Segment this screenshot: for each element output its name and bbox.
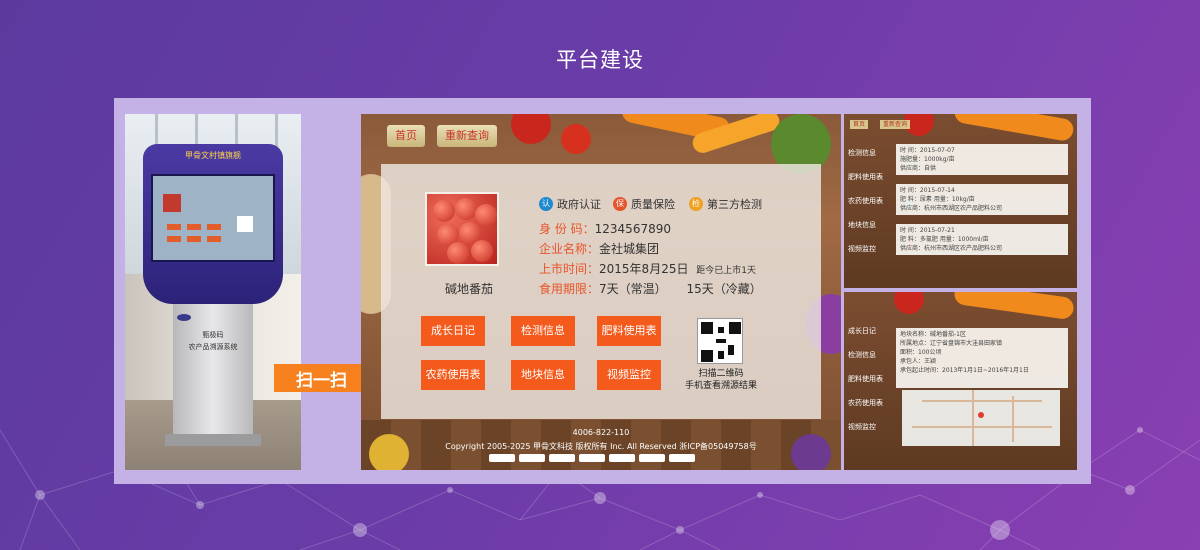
record-time: 时 间：2015-07-07 <box>900 147 955 154</box>
company-value: 金社城集团 <box>599 242 660 256</box>
plot-name: 地块名称：碱地番茄-1区 <box>900 331 966 338</box>
growth-diary-button[interactable]: 成长日记 <box>421 316 485 346</box>
product-name: 碱地番茄 <box>444 282 493 296</box>
kiosk-logo-icon <box>177 314 191 321</box>
footer-phone: 4006-822-110 <box>572 428 630 437</box>
kiosk-brand-top: 甲骨文村镇旗舰 <box>185 151 241 160</box>
side1-home-button[interactable]: 首页 <box>850 120 869 129</box>
footer-copyright: Copyright 2005-2025 甲骨文科技 版权所有 Inc. All … <box>445 442 757 451</box>
side1-requery-button[interactable]: 重新查询 <box>880 120 911 129</box>
side2-menu-item[interactable]: 成长日记 <box>844 326 886 338</box>
shelf-label: 食用期限： <box>539 282 600 296</box>
record-time: 时 间：2015-07-14 <box>900 187 955 194</box>
kiosk-base <box>165 434 261 446</box>
side1-menu-item[interactable]: 农药使用表 <box>844 196 886 208</box>
home-button[interactable]: 首页 <box>387 125 425 147</box>
kiosk-head: 甲骨文村镇旗舰 <box>143 144 283 304</box>
plot-info-screen: 成长日记 检测信息 肥料使用表 农药使用表 视频监控 地块名称：碱地番茄-1区 … <box>844 292 1077 470</box>
fertilizer-table-button[interactable]: 肥料使用表 <box>597 316 661 346</box>
plot-map[interactable] <box>902 390 1060 446</box>
date-value: 2015年8月25日 <box>599 262 689 276</box>
scan-label: 扫一扫 <box>296 371 347 391</box>
side2-menu-item[interactable]: 肥料使用表 <box>844 374 886 386</box>
id-label: 身 份 码： <box>539 222 595 236</box>
trace-app-screen: 首页 重新查询 碱地番茄 认 政府认证 保 质量保险 检 第三方检测 身 份 码… <box>361 114 841 470</box>
plot-area: 面积：100公顷 <box>900 349 942 356</box>
side2-menu-item[interactable]: 检测信息 <box>844 350 886 362</box>
side2-menu-item[interactable]: 视频监控 <box>844 422 886 434</box>
side1-menu-item[interactable]: 肥料使用表 <box>844 172 886 184</box>
qr-caption: 扫描二维码 手机查看溯源结果 <box>681 368 761 392</box>
page-title: 平台建设 <box>556 48 644 72</box>
company-label: 企业名称： <box>539 242 600 256</box>
record-detail: 肥 料：多氯肥 用量：1000ml/亩 <box>900 236 989 243</box>
fertilizer-record-card: 时 间：2015-07-21 肥 料：多氯肥 用量：1000ml/亩 供应商：杭… <box>896 224 1068 255</box>
qr-code-icon <box>697 318 743 364</box>
inspection-info-button[interactable]: 检测信息 <box>511 316 575 346</box>
kiosk-brand-name: 甄极码 <box>202 331 224 339</box>
record-supplier: 供应商：杭州市西湖区农产品肥料公司 <box>900 245 1003 252</box>
footer-trust-badges <box>489 454 695 462</box>
fertilizer-record-card: 时 间：2015-07-14 肥 料：尿素 用量：10kg/亩 供应商：杭州市西… <box>896 184 1068 215</box>
side2-menu-item[interactable]: 农药使用表 <box>844 398 886 410</box>
shelf-normal: 7天（常温） <box>599 282 667 296</box>
badge-insurance-label: 质量保险 <box>631 198 675 211</box>
record-detail: 施肥量：1000kg/亩 <box>900 156 955 163</box>
plot-info-button[interactable]: 地块信息 <box>511 360 575 390</box>
side1-menu-item[interactable]: 地块信息 <box>844 220 886 232</box>
info-shelf-row: 食用期限：7天（常温） 15天（冷藏） <box>539 280 762 297</box>
side1-menu-item[interactable]: 视频监控 <box>844 244 886 256</box>
kiosk-photo: 甄极码 农产品溯源系统 甲骨文村镇旗舰 <box>125 114 301 470</box>
side1-menu-item[interactable]: 检测信息 <box>844 148 886 160</box>
badge-test-label: 第三方检测 <box>707 198 762 211</box>
kiosk-brand-sub: 农产品溯源系统 <box>188 343 238 351</box>
qr-caption-line2: 手机查看溯源结果 <box>684 381 757 391</box>
badge-third-party-test: 检 第三方检测 <box>689 196 762 212</box>
badge-gov-cert-icon: 认 <box>539 197 553 211</box>
requery-button[interactable]: 重新查询 <box>437 125 497 147</box>
fertilizer-table-screen: 首页 重新查询 检测信息 肥料使用表 农药使用表 地块信息 视频监控 时 间：2… <box>844 114 1077 288</box>
date-label: 上市时间： <box>539 262 600 276</box>
badge-test-icon: 检 <box>689 197 703 211</box>
plot-contract-period: 承包起止时间：2013年1月1日~2016年1月1日 <box>900 367 1029 374</box>
record-time: 时 间：2015-07-21 <box>900 227 955 234</box>
shelf-cold: 15天（冷藏） <box>686 282 762 296</box>
kiosk-screen <box>151 174 275 262</box>
plot-info-card: 地块名称：碱地番茄-1区 所属地点：辽宁省盘锦市大洼县田家镇 面积：100公顷 … <box>896 328 1068 388</box>
record-detail: 肥 料：尿素 用量：10kg/亩 <box>900 196 975 203</box>
badge-gov-cert: 认 政府认证 <box>539 196 601 212</box>
record-supplier: 供应商：自供 <box>900 165 937 172</box>
pesticide-table-button[interactable]: 农药使用表 <box>421 360 485 390</box>
info-id-row: 身 份 码：1234567890 <box>539 220 671 237</box>
date-note: 距今已上市1天 <box>696 266 757 276</box>
fertilizer-record-card: 时 间：2015-07-07 施肥量：1000kg/亩 供应商：自供 <box>896 144 1068 175</box>
badge-insurance-icon: 保 <box>613 197 627 211</box>
badge-quality-insurance: 保 质量保险 <box>613 196 675 212</box>
video-monitor-button[interactable]: 视频监控 <box>597 360 661 390</box>
info-date-row: 上市时间：2015年8月25日 距今已上市1天 <box>539 260 756 277</box>
qr-caption-line1: 扫描二维码 <box>698 369 744 379</box>
side1-menu: 检测信息 肥料使用表 农药使用表 地块信息 视频监控 <box>844 148 886 268</box>
product-image <box>425 192 499 266</box>
kiosk-machine: 甄极码 农产品溯源系统 甲骨文村镇旗舰 <box>143 144 283 446</box>
badge-gov-cert-label: 政府认证 <box>557 198 601 211</box>
map-pin-icon <box>978 412 984 418</box>
info-company-row: 企业名称：金社城集团 <box>539 240 659 257</box>
id-value: 1234567890 <box>594 222 671 236</box>
plot-location: 所属地点：辽宁省盘锦市大洼县田家镇 <box>900 340 1003 347</box>
side2-menu: 成长日记 检测信息 肥料使用表 农药使用表 视频监控 <box>844 326 886 446</box>
plot-contractor: 承包人：王颖 <box>900 358 937 365</box>
record-supplier: 供应商：杭州市西湖区农产品肥料公司 <box>900 205 1003 212</box>
kiosk-stand: 甄极码 农产品溯源系统 <box>173 300 253 440</box>
